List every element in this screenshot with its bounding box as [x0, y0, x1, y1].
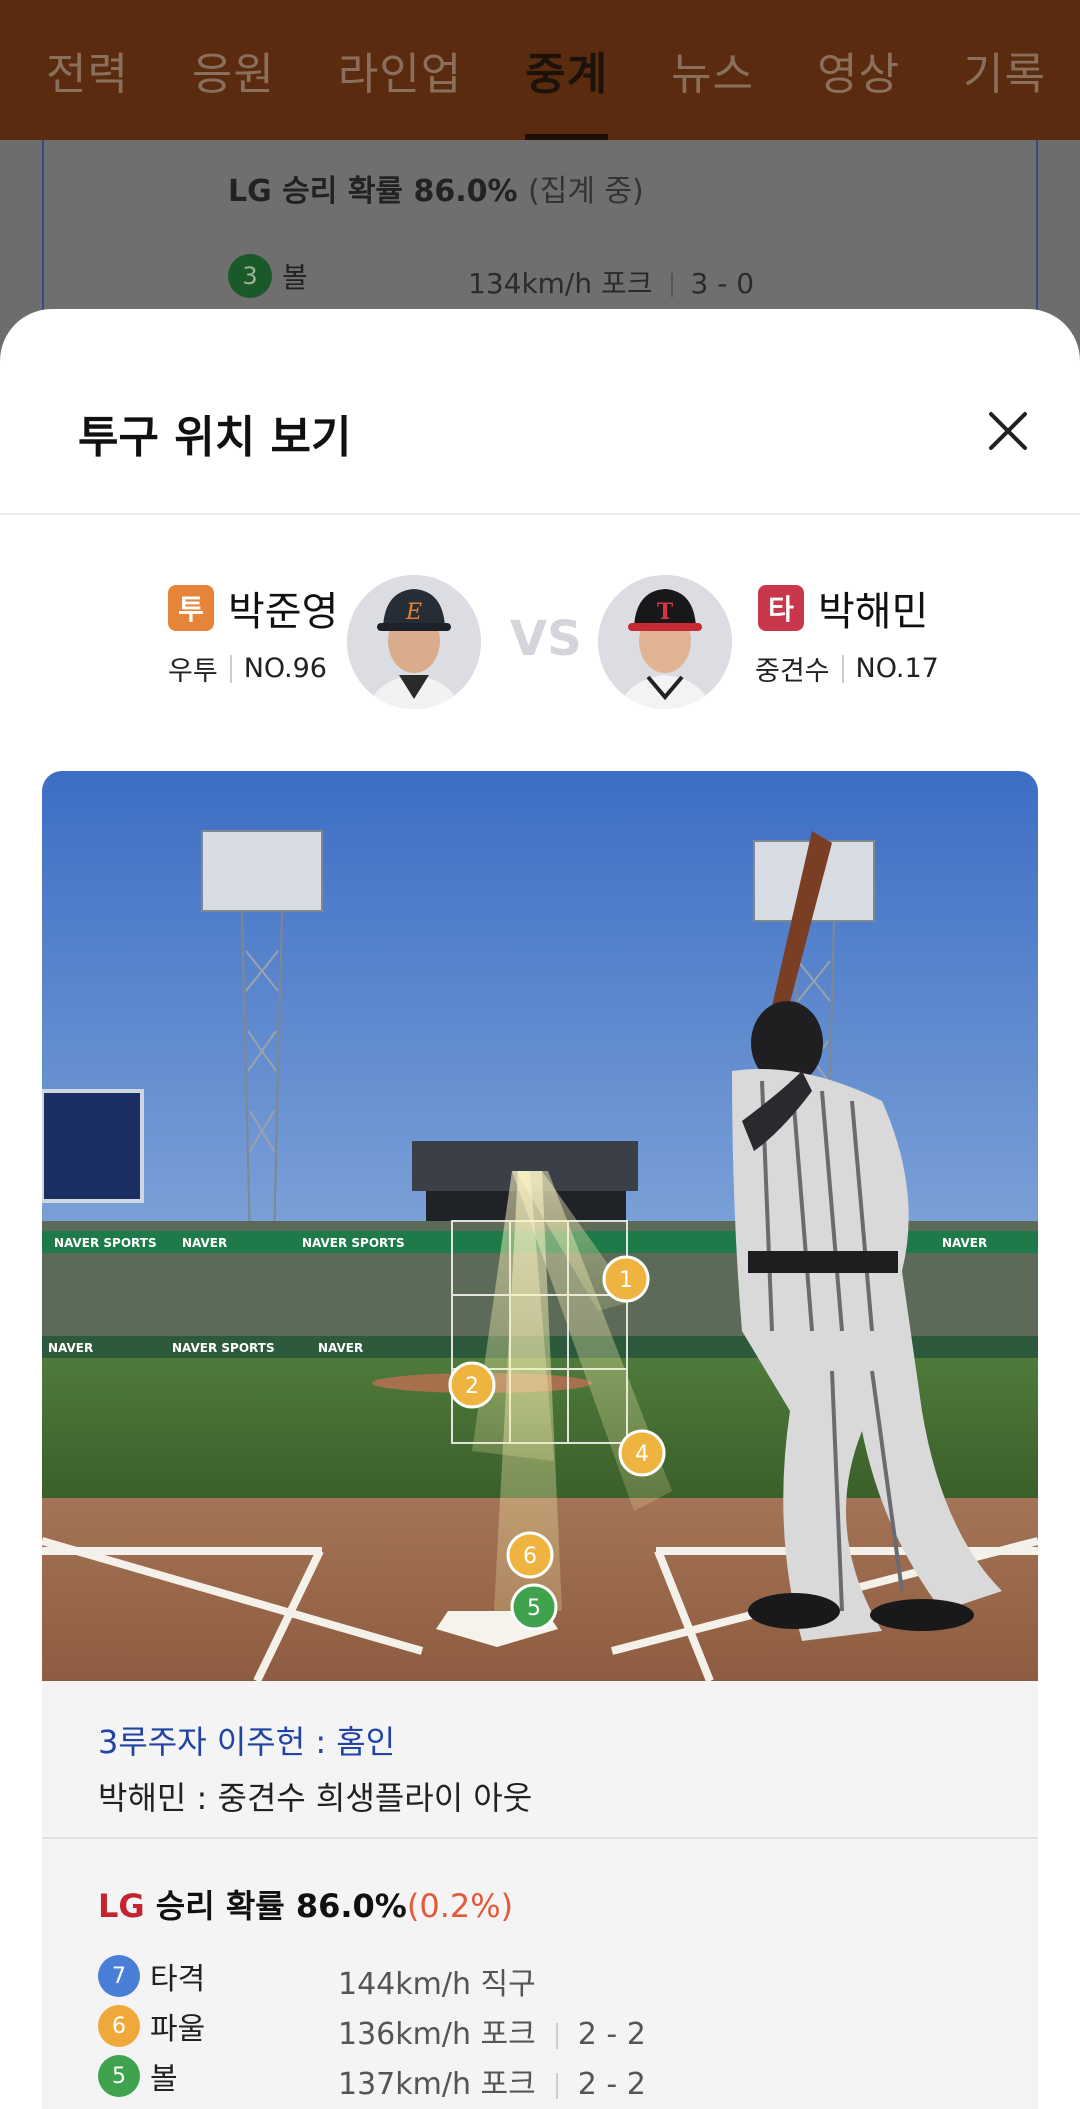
- divider: [42, 1837, 1038, 1839]
- ad-board-text: NAVER: [182, 1236, 227, 1250]
- batter-number: NO.17: [855, 653, 939, 684]
- pitch-result: 파울: [150, 2012, 206, 2047]
- svg-text:T: T: [657, 599, 674, 625]
- ad-board-text: NAVER SPORTS: [172, 1341, 275, 1355]
- tab-broadcast[interactable]: 중계: [525, 0, 609, 140]
- pitch-marker-4[interactable]: 4: [618, 1429, 666, 1477]
- stadium-illustration: NAVER SPORTS NAVER NAVER SPORTS NAVER NA…: [42, 771, 1038, 1681]
- tab-strength[interactable]: 전력: [46, 0, 129, 140]
- pitch-number-badge: 3: [228, 254, 272, 298]
- pitch-speed-type: 137km/h 포크: [338, 2067, 536, 2102]
- sheet-header: 투구 위치 보기: [0, 309, 1080, 515]
- pitch-location-sheet: 투구 위치 보기 투 박준영 우투 NO.96 E VS T 타 박해민 중견수…: [0, 309, 1080, 2109]
- pitch-number-badge: 7: [98, 1955, 140, 1997]
- pitcher-badge: 투: [168, 585, 214, 631]
- divider: [841, 654, 844, 683]
- close-button[interactable]: [978, 401, 1038, 461]
- pitcher-meta: 우투 NO.96: [168, 649, 327, 688]
- tab-video[interactable]: 영상: [817, 0, 900, 140]
- pitch-result: 타격: [150, 1962, 206, 1997]
- at-bat-result-panel: 3루주자 이주헌 : 홈인 박해민 : 중견수 희생플라이 아웃 LG 승리 확…: [42, 1681, 1038, 2109]
- pitch-speed-type: 134km/h 포크: [468, 267, 653, 300]
- ad-board-text: NAVER SPORTS: [54, 1236, 157, 1250]
- pitch-row: 5 볼 137km/h 포크 2 - 2: [98, 2051, 646, 2102]
- pitcher-number: NO.96: [243, 653, 327, 684]
- batter-name-row: 타 박해민: [758, 579, 928, 637]
- batter-avatar[interactable]: T: [598, 575, 732, 709]
- pitch-row: 6 파울 136km/h 포크 2 - 2: [98, 2001, 646, 2052]
- win-probability-text: 승리 확률 86.0%: [144, 1887, 407, 1925]
- pitch-count: 2 - 2: [577, 2017, 646, 2052]
- background-pitch-row: 3 볼 134km/h 포크 3 - 0: [228, 254, 754, 300]
- tab-cheer[interactable]: 응원: [192, 0, 275, 140]
- win-probability: LG 승리 확률 86.0%(0.2%): [98, 1881, 513, 1927]
- pitch-location-field: NAVER SPORTS NAVER NAVER SPORTS NAVER NA…: [42, 771, 1038, 1681]
- pitch-meta: 137km/h 포크 2 - 2: [338, 2059, 646, 2103]
- batter-name: 박해민: [818, 589, 929, 635]
- pitcher-name-row: 투 박준영: [168, 579, 338, 637]
- pitch-list: 7 타격 144km/h 직구 6 파울 136km/h 포크 2 - 2 5 볼…: [98, 1951, 646, 2102]
- pitch-result: 볼: [150, 2062, 178, 2097]
- divider: [229, 654, 232, 683]
- pitch-meta: 136km/h 포크 2 - 2: [338, 2009, 646, 2053]
- pitch-marker-label: 2: [465, 1374, 479, 1399]
- win-probability-text: LG 승리 확률 86.0%: [228, 174, 518, 209]
- game-nav-tabs: 전력 응원 라인업 중계 뉴스 영상 기록: [0, 0, 1080, 140]
- pitch-number-badge: 6: [98, 2005, 140, 2047]
- pitcher-name: 박준영: [228, 589, 339, 635]
- ad-board-text: NAVER: [318, 1341, 363, 1355]
- pitch-count: 3 - 0: [690, 267, 755, 300]
- pitch-marker-5[interactable]: 5: [510, 1583, 558, 1631]
- pitch-marker-1[interactable]: 1: [602, 1255, 650, 1303]
- background-win-probability: LG 승리 확률 86.0% (집계 중): [228, 166, 644, 210]
- pitch-marker-2[interactable]: 2: [448, 1361, 496, 1409]
- batter-meta: 중견수 NO.17: [755, 649, 939, 688]
- pitch-marker-label: 6: [523, 1544, 537, 1569]
- win-probability-team: LG: [98, 1887, 145, 1925]
- divider: [555, 2072, 558, 2099]
- win-probability-status: (집계 중): [528, 174, 644, 209]
- ad-board-text: NAVER: [48, 1341, 93, 1355]
- win-probability-diff: (0.2%): [406, 1887, 514, 1925]
- pitch-meta: 144km/h 직구: [338, 1959, 536, 2003]
- pitch-marker-label: 5: [527, 1596, 541, 1621]
- pitch-row: 7 타격 144km/h 직구: [98, 1951, 536, 2002]
- vs-label: VS: [510, 611, 582, 667]
- sheet-title: 투구 위치 보기: [78, 412, 352, 463]
- pitch-count: 2 - 2: [577, 2067, 646, 2102]
- pitch-result: 볼: [282, 261, 308, 294]
- pitch-marker-label: 4: [635, 1442, 649, 1467]
- divider: [555, 2022, 558, 2049]
- play-result: 박해민 : 중견수 희생플라이 아웃: [98, 1779, 533, 1817]
- pitch-marker-label: 1: [619, 1268, 633, 1293]
- pitch-number-badge: 5: [98, 2055, 140, 2097]
- background-relay-card: LG 승리 확률 86.0% (집계 중) 3 볼 134km/h 포크 3 - …: [42, 140, 1038, 320]
- svg-text:E: E: [405, 600, 422, 625]
- tab-news[interactable]: 뉴스: [671, 0, 754, 140]
- tab-lineup[interactable]: 라인업: [338, 0, 462, 140]
- pitch-marker-6[interactable]: 6: [506, 1531, 554, 1579]
- ad-board-text: NAVER SPORTS: [302, 1236, 405, 1250]
- pitcher-position: 우투: [168, 656, 218, 687]
- pitcher-avatar[interactable]: E: [347, 575, 481, 709]
- ad-board-text: NAVER: [942, 1236, 987, 1250]
- batter-badge: 타: [758, 585, 804, 631]
- tab-records[interactable]: 기록: [963, 0, 1046, 140]
- runner-event: 3루주자 이주헌 : 홈인: [98, 1723, 396, 1761]
- matchup: 투 박준영 우투 NO.96 E VS T 타 박해민 중견수 NO.17: [0, 575, 1080, 715]
- pitch-speed-type: 136km/h 포크: [338, 2017, 536, 2052]
- pitch-meta: 134km/h 포크 3 - 0: [468, 262, 754, 302]
- divider: [670, 273, 673, 297]
- pitch-speed-type: 144km/h 직구: [338, 1967, 536, 2002]
- batter-position: 중견수: [755, 656, 830, 687]
